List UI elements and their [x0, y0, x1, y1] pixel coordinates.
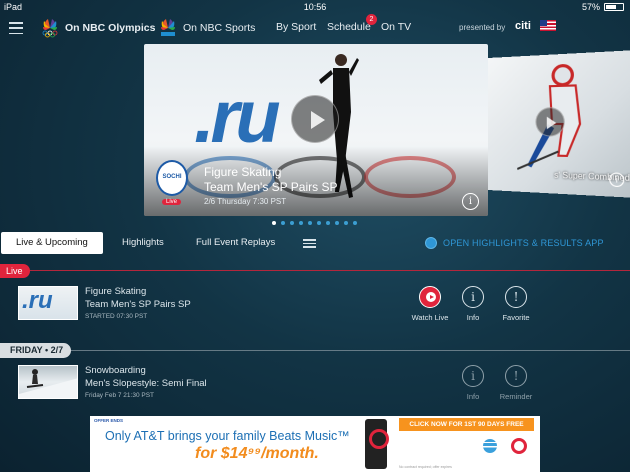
event-title: Team Men's SP Pairs SP [85, 299, 191, 310]
nav-on-tv[interactable]: On TV [381, 21, 411, 33]
sponsor-logo: citi [515, 20, 531, 32]
day-section-header: FRIDAY • 2/7 [0, 343, 71, 358]
schedule-badge: 2 [366, 14, 377, 25]
event-row[interactable]: Figure Skating Team Men's SP Pairs SP ST… [0, 286, 630, 332]
carousel-dot[interactable] [344, 221, 348, 225]
att-logo-icon [483, 439, 497, 453]
event-thumbnail [18, 286, 78, 320]
presented-by-label: presented by [459, 23, 505, 32]
hero-card[interactable]: .ru SOCHI Live Figure Skating Team Men's… [144, 44, 488, 216]
ad-banner[interactable]: OFFER ENDS Only AT&T brings your family … [90, 416, 540, 472]
carousel-dot[interactable] [308, 221, 312, 225]
hero-event-title: Team Men's SP Pairs SP [204, 180, 337, 194]
live-divider [0, 270, 630, 271]
battery-icon [604, 3, 624, 11]
event-row[interactable]: Snowboarding Men's Slopestyle: Semi Fina… [0, 365, 630, 411]
nav-olympics[interactable]: On NBC Olympics [40, 18, 155, 38]
tab-bar: Live & Upcoming Highlights Full Event Re… [0, 232, 630, 254]
ad-fine-print: No contract required; offer expires [399, 465, 452, 469]
exclamation-icon: ! [505, 286, 527, 308]
event-time: Friday Feb 7 21:30 PST [85, 392, 154, 399]
event-thumbnail [18, 365, 78, 399]
carousel-dot[interactable] [326, 221, 330, 225]
carousel-dot[interactable] [317, 221, 321, 225]
open-highlights-button[interactable]: OPEN HIGHLIGHTS & RESULTS APP [425, 237, 604, 249]
status-bar: iPad 10:56 57% [0, 0, 630, 14]
beats-logo-icon [511, 438, 527, 454]
reminder-label: Reminder [491, 392, 541, 401]
event-time: STARTED 07:30 PST [85, 313, 147, 320]
carousel-dot[interactable] [272, 221, 276, 225]
reminder-button[interactable]: ! Reminder [491, 365, 541, 401]
tab-live-upcoming[interactable]: Live & Upcoming [1, 232, 103, 254]
info-icon: i [462, 365, 484, 387]
info-icon: i [462, 286, 484, 308]
exclamation-icon: ! [505, 365, 527, 387]
play-icon[interactable] [535, 107, 564, 137]
live-section-header: Live [0, 264, 30, 278]
nbc-sports-peacock-icon [158, 18, 178, 38]
nbc-peacock-icon [40, 18, 60, 38]
live-badge: Live [162, 199, 181, 205]
battery-percent: 57% [582, 2, 600, 12]
menu-icon[interactable] [9, 22, 23, 34]
nav-sports[interactable]: On NBC Sports [158, 18, 255, 38]
info-icon[interactable]: i [462, 193, 479, 210]
carousel-dot[interactable] [353, 221, 357, 225]
us-flag-icon [540, 20, 556, 31]
favorite-button[interactable]: ! Favorite [491, 286, 541, 322]
ad-headline: Only AT&T brings your family Beats Music… [105, 429, 350, 443]
event-title: Men's Slopestyle: Semi Final [85, 378, 207, 389]
tab-highlights[interactable]: Highlights [122, 232, 164, 254]
globe-icon [425, 237, 437, 249]
ad-offer-tag: OFFER ENDS [94, 418, 123, 423]
nav-by-sport[interactable]: By Sport [276, 21, 316, 33]
event-sport: Figure Skating [85, 286, 146, 297]
hero-date: 2/6 Thursday 7:30 PST [204, 197, 286, 206]
battery-status: 57% [582, 2, 624, 12]
list-icon[interactable] [303, 239, 316, 248]
next-hero-card[interactable]: s' Super Combined 1 i [488, 50, 630, 198]
open-highlights-label: OPEN HIGHLIGHTS & RESULTS APP [443, 238, 604, 248]
carousel-dot[interactable] [299, 221, 303, 225]
info-icon[interactable]: i [609, 172, 624, 187]
nav-olympics-label: On NBC Olympics [65, 22, 155, 34]
phone-image [365, 419, 387, 469]
tab-full-event-replays[interactable]: Full Event Replays [196, 232, 275, 254]
carousel-dot[interactable] [281, 221, 285, 225]
ad-price: for $14⁹⁹/month. [195, 445, 319, 463]
carousel-dots[interactable] [272, 221, 357, 225]
nav-schedule[interactable]: Schedule [327, 21, 371, 33]
carousel-dot[interactable] [335, 221, 339, 225]
favorite-label: Favorite [491, 313, 541, 322]
carousel-dot[interactable] [290, 221, 294, 225]
clock: 10:56 [0, 2, 630, 12]
day-divider [0, 350, 630, 351]
play-icon[interactable] [291, 95, 339, 143]
hero-sport-title: Figure Skating [204, 165, 281, 179]
event-sport: Snowboarding [85, 365, 146, 376]
ad-cta-button[interactable]: CLICK NOW FOR 1ST 90 DAYS FREE [399, 418, 534, 431]
sochi-logo: SOCHI [156, 160, 188, 196]
watch-live-icon [419, 286, 441, 308]
top-nav: On NBC Olympics On NBC Sports By Sport S… [0, 14, 630, 44]
snowboarder-image [19, 366, 78, 399]
nav-sports-label: On NBC Sports [183, 22, 255, 34]
